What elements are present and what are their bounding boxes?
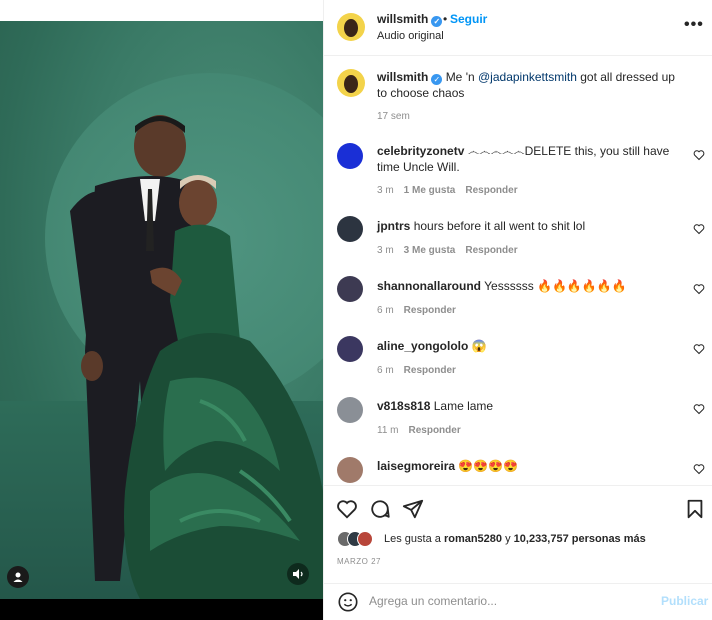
comment-text: 😍😍😍😍 [458, 459, 519, 473]
post-actions: Les gusta a roman5280 y 10,233,757 perso… [324, 485, 712, 566]
comment-username[interactable]: celebrityzonetv [377, 144, 464, 158]
comment: v818s818 Lame lame [377, 398, 677, 414]
comment-meta: 6 m Responder [377, 305, 456, 316]
post-media[interactable] [0, 0, 323, 620]
comment-username[interactable]: laisegmoreira [377, 459, 455, 473]
media-top-spacer [0, 0, 323, 21]
audio-link[interactable]: Audio original [377, 30, 444, 42]
caption-avatar[interactable] [337, 69, 365, 97]
post-side-panel: willsmith ✓ • Seguir Audio original ••• w… [323, 0, 712, 620]
couple-illustration [70, 115, 323, 599]
author-username-text[interactable]: willsmith [377, 12, 428, 26]
author-username[interactable]: willsmith ✓ [377, 12, 443, 27]
comment-likes[interactable]: 3 Me gusta [404, 245, 456, 256]
heart-icon[interactable] [693, 149, 705, 161]
separator-dot: • [443, 12, 448, 26]
comment-input[interactable]: Agrega un comentario... [369, 594, 497, 608]
comment-text: 😱 [471, 339, 487, 353]
comment-meta: 3 m 1 Me gusta Responder [377, 185, 518, 196]
liker-avatar [357, 531, 373, 547]
like-heart-icon[interactable] [336, 498, 358, 520]
follow-button[interactable]: Seguir [450, 12, 487, 26]
add-comment-bar: Agrega un comentario... Publicar [324, 583, 712, 620]
caption-mention-link[interactable]: @jadapinkettsmith [478, 70, 577, 84]
post-header: willsmith ✓ • Seguir Audio original ••• [324, 0, 712, 56]
liker-avatars[interactable] [337, 531, 382, 547]
comment-username[interactable]: aline_yongololo [377, 339, 468, 353]
heart-icon[interactable] [693, 403, 705, 415]
post-caption: willsmith ✓ Me 'n @jadapinkettsmith got a… [377, 69, 677, 101]
comment: shannonallaround Yessssss 🔥🔥🔥🔥🔥🔥 [377, 278, 677, 294]
comment-time[interactable]: 3 m [377, 245, 394, 256]
comment-avatar[interactable] [337, 457, 363, 483]
user-icon [13, 572, 23, 582]
comment: laisegmoreira 😍😍😍😍 [377, 458, 677, 474]
comment-time[interactable]: 3 m [377, 185, 394, 196]
author-avatar[interactable] [337, 13, 365, 41]
comment-meta: 11 m Responder [377, 425, 461, 436]
reply-button[interactable]: Responder [465, 245, 517, 256]
publish-button[interactable]: Publicar [661, 594, 708, 608]
reply-button[interactable]: Responder [409, 425, 461, 436]
comment-avatar[interactable] [337, 216, 363, 242]
reply-button[interactable]: Responder [465, 185, 517, 196]
heart-icon[interactable] [693, 283, 705, 295]
comment-time[interactable]: 6 m [377, 305, 394, 316]
comment-username[interactable]: jpntrs [377, 219, 410, 233]
caption-username[interactable]: willsmith [377, 70, 428, 84]
caption-avatar-face [344, 75, 358, 93]
comment-username[interactable]: shannonallaround [377, 279, 481, 293]
comments-list[interactable]: willsmith ✓ Me 'n @jadapinkettsmith got a… [324, 57, 712, 485]
more-options-icon[interactable]: ••• [684, 16, 704, 34]
comment-username[interactable]: v818s818 [377, 399, 430, 413]
comment-meta: 3 m 3 Me gusta Responder [377, 245, 518, 256]
media-bottom-bar [0, 599, 323, 620]
comment-text: Lame lame [433, 399, 494, 413]
heart-icon[interactable] [693, 343, 705, 355]
likes-middle: y [502, 533, 514, 545]
verified-icon: ✓ [431, 16, 443, 27]
author-avatar-face [344, 19, 358, 37]
post-photo[interactable] [0, 21, 323, 599]
comment: jpntrs hours before it all went to shit … [377, 218, 677, 234]
comment: celebrityzonetv ෴෴෴෴෴DELETE this, you st… [377, 143, 677, 175]
share-send-icon[interactable] [402, 498, 424, 520]
heart-icon[interactable] [693, 223, 705, 235]
comment-avatar[interactable] [337, 336, 363, 362]
comment-meta: 6 m Responder [377, 365, 456, 376]
reply-button[interactable]: Responder [404, 305, 456, 316]
comment-avatar[interactable] [337, 397, 363, 423]
comment-text: Yessssss 🔥🔥🔥🔥🔥🔥 [484, 279, 627, 293]
likes-count[interactable]: 10,233,757 personas más [514, 533, 646, 545]
comment-likes[interactable]: 1 Me gusta [404, 185, 456, 196]
likes-prefix: Les gusta a [384, 533, 444, 545]
heart-icon[interactable] [693, 463, 705, 475]
reply-button[interactable]: Responder [404, 365, 456, 376]
post-date[interactable]: MARZO 27 [337, 557, 381, 566]
caption-text: Me 'n [445, 70, 478, 84]
caption-timestamp[interactable]: 17 sem [377, 111, 410, 122]
save-bookmark-icon[interactable] [684, 498, 706, 520]
comment-bubble-icon[interactable] [369, 498, 391, 520]
mute-button[interactable] [287, 563, 309, 585]
comment-time[interactable]: 6 m [377, 365, 394, 376]
verified-icon: ✓ [431, 74, 443, 85]
liker-username[interactable]: roman5280 [444, 533, 502, 545]
comment-time[interactable]: 11 m [377, 425, 399, 436]
comment-avatar[interactable] [337, 143, 363, 169]
likes-summary: Les gusta a roman5280 y 10,233,757 perso… [384, 533, 646, 545]
tagged-users-button[interactable] [7, 566, 29, 588]
comment: aline_yongololo 😱 [377, 338, 677, 354]
emoji-icon[interactable] [337, 591, 359, 613]
comment-avatar[interactable] [337, 276, 363, 302]
comment-text: hours before it all went to shit lol [413, 219, 586, 233]
speaker-icon [293, 569, 303, 579]
